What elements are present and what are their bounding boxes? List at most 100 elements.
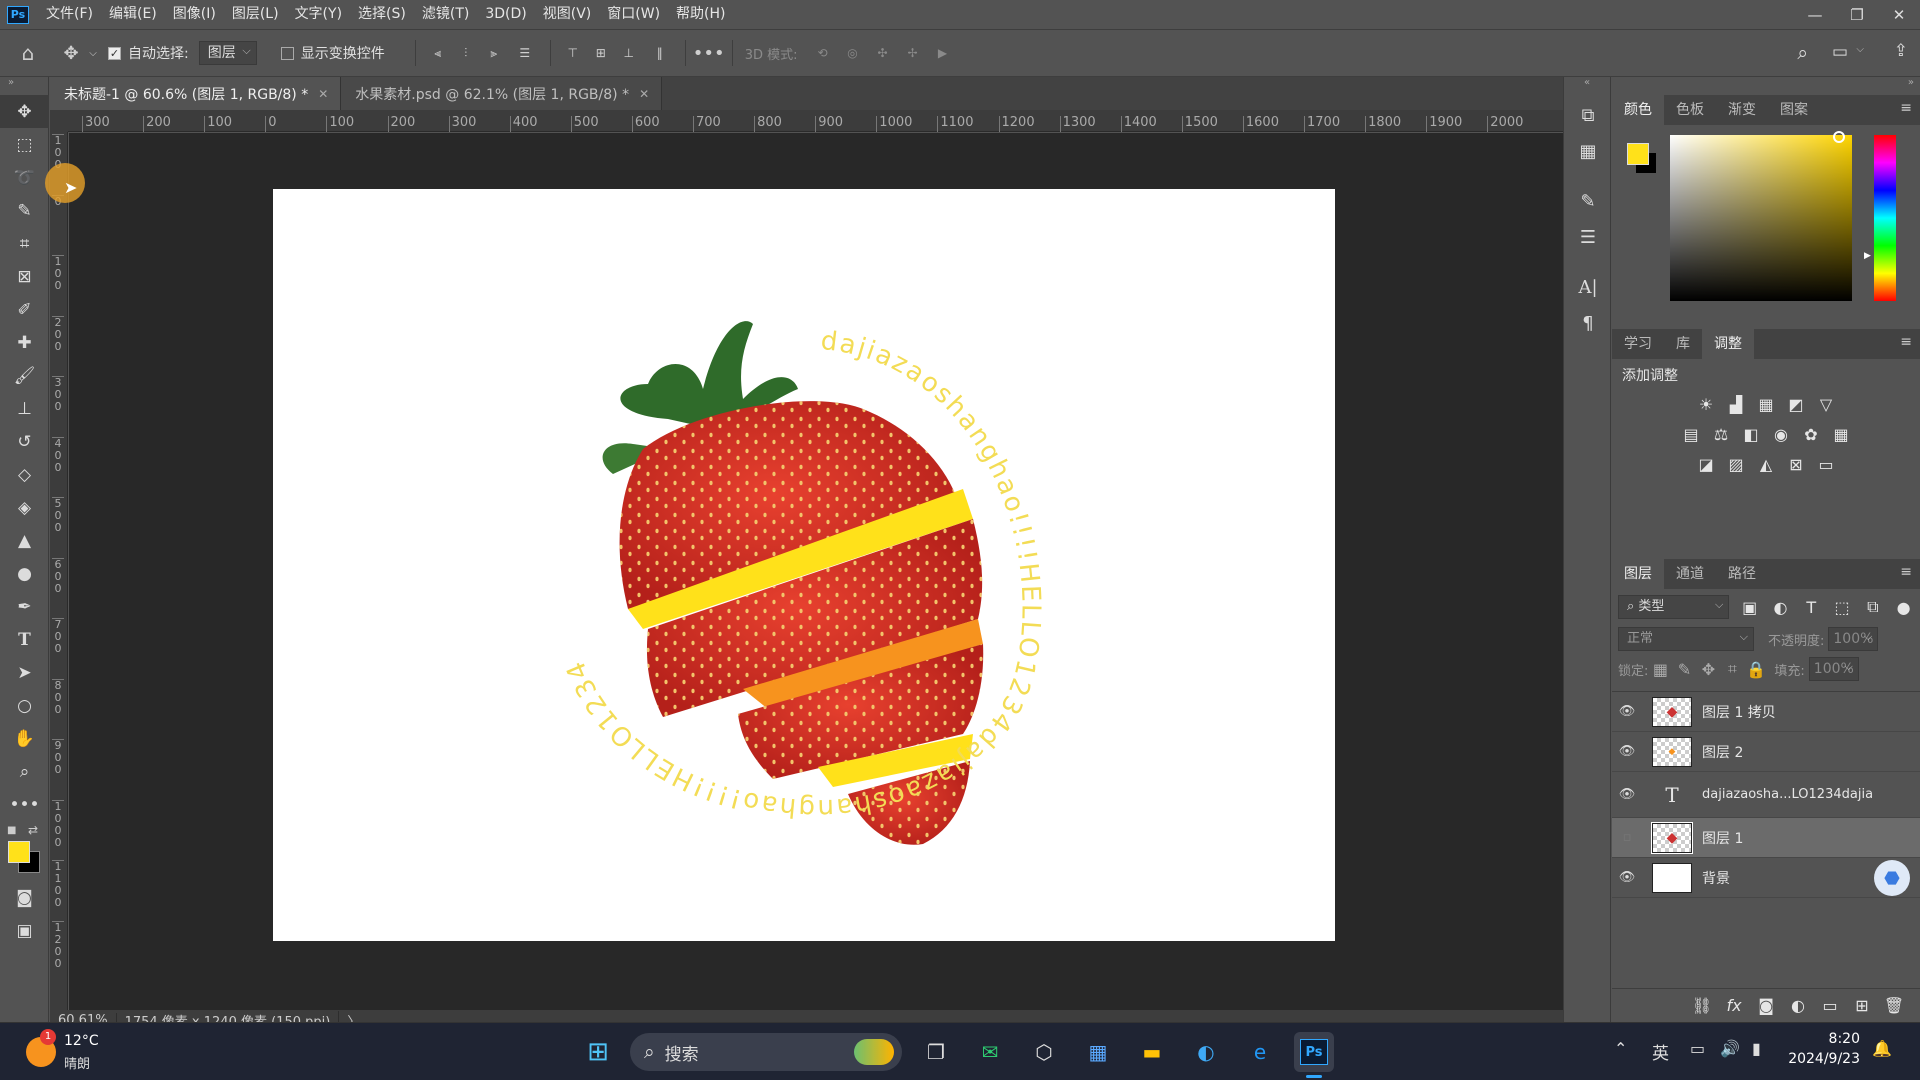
eraser-tool-icon[interactable]: ◇ [0, 458, 49, 491]
taskbar-search[interactable]: ⌕ 搜索 [630, 1033, 902, 1071]
default-colors-icon[interactable]: ■ [7, 825, 16, 836]
3d-camera-icon[interactable]: ▶ [928, 46, 958, 60]
task-view-icon[interactable]: ❐ [916, 1032, 956, 1072]
gradient-map-icon[interactable]: ▭ [1814, 453, 1838, 475]
tab-color[interactable]: 颜色 [1612, 95, 1664, 125]
layer-row-selected[interactable]: ▫ ◆ 图层 1 [1612, 818, 1920, 858]
menu-image[interactable]: 图像(I) [165, 0, 224, 29]
frame-tool-icon[interactable]: ⊠ [0, 260, 49, 293]
close-icon[interactable]: ✕ [1878, 0, 1920, 29]
opacity-input[interactable]: 100% [1828, 626, 1879, 651]
auto-select-dropdown[interactable]: 图层 [198, 40, 257, 65]
color-balance-icon[interactable]: ⚖ [1709, 423, 1733, 445]
menu-type[interactable]: 文字(Y) [287, 0, 350, 29]
tab-paths[interactable]: 路径 [1716, 559, 1768, 589]
crop-tool-icon[interactable]: ⌗ [0, 227, 49, 260]
temperature[interactable]: 12°C [64, 1033, 99, 1049]
align-middle-icon[interactable]: ⊞ [587, 46, 615, 60]
3d-roll-icon[interactable]: ◎ [838, 46, 868, 60]
assistant-float-icon[interactable]: ⬣ [1874, 860, 1910, 896]
menu-help[interactable]: 帮助(H) [668, 0, 733, 29]
filter-shape-icon[interactable]: ⬚ [1832, 596, 1853, 618]
expand-icon[interactable]: » [1612, 77, 1920, 95]
marquee-tool-icon[interactable]: ⬚ [0, 128, 49, 161]
tab-swatches[interactable]: 色板 [1664, 95, 1716, 125]
fx-icon[interactable]: fx [1722, 995, 1746, 1017]
type-tool-icon[interactable]: T [0, 623, 49, 656]
color-picker-handle[interactable] [1833, 131, 1845, 143]
channel-mixer-icon[interactable]: ✿ [1799, 423, 1823, 445]
brush-settings-icon[interactable]: ✎ [1564, 183, 1612, 219]
document-canvas[interactable]: dajiazaoshanghao!!!!HELLO1234dajiazaosha… [273, 189, 1335, 941]
tab-learn[interactable]: 学习 [1612, 329, 1664, 359]
menu-edit[interactable]: 编辑(E) [101, 0, 165, 29]
add-mask-icon[interactable]: ◙ [1754, 995, 1778, 1017]
move-tool-icon[interactable]: ✥ [56, 43, 86, 64]
layer-row[interactable]: 👁 背景 ⬣ [1612, 858, 1920, 898]
search-icon[interactable]: ⌕ [1797, 42, 1808, 64]
collapse-icon[interactable]: » [0, 77, 48, 95]
selective-color-icon[interactable]: ⊠ [1784, 453, 1808, 475]
foreground-color-swatch[interactable] [8, 841, 30, 863]
tab-fruit-psd[interactable]: 水果素材.psd @ 62.1% (图层 1, RGB/8) * ✕ [341, 77, 663, 110]
edge-icon[interactable]: ◐ [1186, 1032, 1226, 1072]
exposure-icon[interactable]: ◩ [1784, 393, 1808, 415]
menu-layer[interactable]: 图层(L) [224, 0, 287, 29]
menu-window[interactable]: 窗口(W) [599, 0, 668, 29]
photoshop-taskbar-icon[interactable]: Ps [1294, 1032, 1334, 1072]
color-lookup-icon[interactable]: ▦ [1829, 423, 1853, 445]
new-group-icon[interactable]: ▭ [1818, 995, 1842, 1017]
3d-slide-icon[interactable]: ✢ [898, 46, 928, 60]
align-right-icon[interactable]: ⫸ [480, 46, 508, 61]
fg-color-chip[interactable] [1627, 143, 1649, 165]
battery-icon[interactable]: ▮ [1752, 1039, 1761, 1058]
quick-select-tool-icon[interactable]: ✎ [0, 194, 49, 227]
chevron-down-icon[interactable]: ⌵ [86, 48, 100, 59]
history-brush-icon[interactable]: ↺ [0, 425, 49, 458]
panel-menu-icon[interactable]: ≡ [1900, 564, 1912, 580]
photo-filter-icon[interactable]: ◉ [1769, 423, 1793, 445]
start-icon[interactable]: ⊞ [578, 1032, 618, 1072]
lock-all-icon[interactable]: 🔒 [1744, 658, 1768, 680]
quick-mask-icon[interactable]: ◙ [0, 881, 49, 914]
filter-pixel-icon[interactable]: ▣ [1739, 596, 1760, 618]
visibility-eye-icon[interactable]: 👁 [1612, 787, 1642, 802]
align-bottom-icon[interactable]: ⊥ [615, 46, 643, 60]
browser-icon[interactable]: e [1240, 1032, 1280, 1072]
link-layers-icon[interactable]: ⛓ [1690, 995, 1714, 1017]
hand-tool-icon[interactable]: ✋ [0, 722, 49, 755]
menu-select[interactable]: 选择(S) [350, 0, 414, 29]
shape-tool-icon[interactable]: ○ [0, 689, 49, 722]
tab-gradients[interactable]: 渐变 [1716, 95, 1768, 125]
horizontal-ruler[interactable]: 300 200 100 0 100 200 300 400 500 600 700 800 900 100… [68, 110, 1563, 132]
clock-time[interactable]: 8:20 [1790, 1031, 1860, 1047]
bell-icon[interactable]: 🔔 [1872, 1039, 1892, 1058]
clock-date[interactable]: 2024/9/23 [1780, 1051, 1860, 1067]
black-white-icon[interactable]: ◧ [1739, 423, 1763, 445]
color-field[interactable] [1670, 135, 1852, 301]
3d-pan-icon[interactable]: ✣ [868, 46, 898, 60]
layer-row[interactable]: 👁 ◆ 图层 2 [1612, 732, 1920, 772]
chevron-up-icon[interactable]: ⌃ [1614, 1039, 1627, 1058]
vertical-ruler[interactable]: 1000100200300400500600700800900100011001… [50, 132, 68, 1010]
home-icon[interactable]: ⌂ [0, 41, 56, 65]
workspace-chevron-icon[interactable]: ⌵ [1856, 44, 1864, 55]
history-icon[interactable]: ⧉ [1564, 97, 1612, 133]
filter-adjust-icon[interactable]: ◐ [1770, 596, 1791, 618]
minimize-icon[interactable]: — [1794, 0, 1836, 29]
blend-mode-dropdown[interactable]: 正常 [1618, 626, 1754, 651]
close-icon[interactable]: ✕ [639, 87, 649, 101]
dodge-tool-icon[interactable]: ● [0, 557, 49, 590]
volume-icon[interactable]: 🔊 [1720, 1039, 1740, 1058]
align-top-icon[interactable]: ⊤ [559, 46, 587, 60]
filter-type-icon[interactable]: T [1801, 596, 1822, 618]
visibility-eye-icon[interactable]: 👁 [1612, 870, 1642, 885]
eyedropper-tool-icon[interactable]: ✐ [0, 293, 49, 326]
tab-channels[interactable]: 通道 [1664, 559, 1716, 589]
menu-3d[interactable]: 3D(D) [477, 0, 534, 29]
file-explorer-icon[interactable]: ▬ [1132, 1032, 1172, 1072]
visibility-eye-icon[interactable]: 👁 [1612, 744, 1642, 759]
more-options-icon[interactable]: ••• [693, 43, 725, 64]
path-select-icon[interactable]: ➤ [0, 656, 49, 689]
show-transform-checkbox[interactable] [280, 46, 294, 60]
